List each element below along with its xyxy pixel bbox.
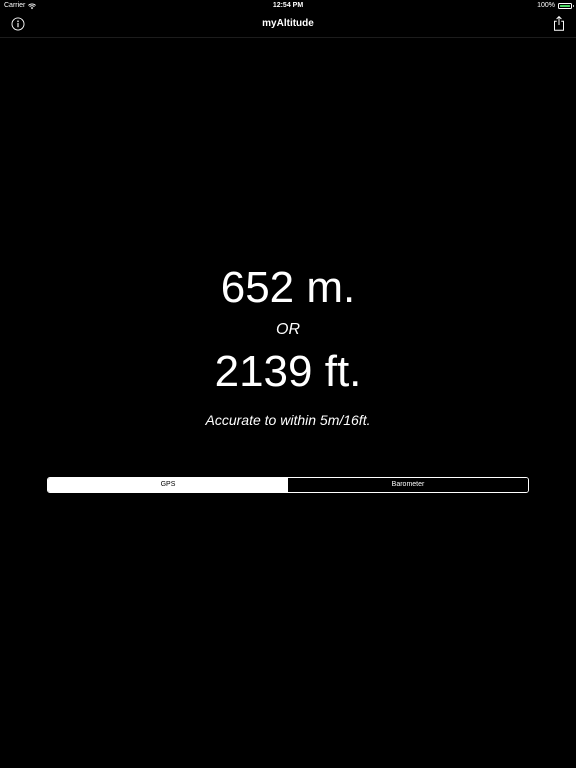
navigation-bar: myAltitude	[0, 12, 576, 38]
share-icon[interactable]	[553, 15, 565, 32]
battery-icon	[558, 3, 574, 9]
source-segmented-control: GPS Barometer	[47, 477, 529, 493]
page-title: myAltitude	[262, 18, 314, 29]
accuracy-label: Accurate to within 5m/16ft.	[205, 412, 371, 428]
status-time: 12:54 PM	[272, 2, 304, 9]
segment-barometer[interactable]: Barometer	[288, 478, 528, 492]
segment-gps[interactable]: GPS	[48, 478, 288, 492]
or-separator: OR	[276, 321, 300, 338]
status-bar: Carrier 12:54 PM 100%	[0, 0, 576, 12]
altitude-feet: 2139 ft.	[214, 347, 362, 396]
status-right: 100%	[537, 0, 574, 12]
battery-percent: 100%	[537, 2, 555, 9]
altitude-meters: 652 m.	[220, 263, 356, 312]
